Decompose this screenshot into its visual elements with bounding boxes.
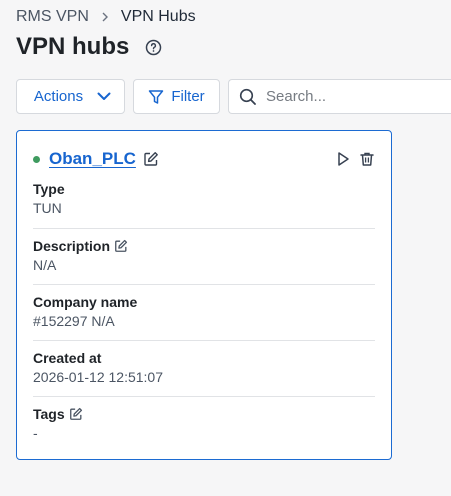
filter-button[interactable]: Filter	[133, 79, 220, 114]
edit-icon[interactable]	[143, 151, 159, 167]
company-label: Company name	[33, 294, 138, 310]
field-type: Type TUN	[33, 181, 375, 216]
breadcrumb-root[interactable]: RMS VPN	[16, 8, 89, 26]
page-title: VPN hubs	[16, 33, 130, 60]
breadcrumb-current: VPN Hubs	[120, 8, 196, 25]
description-label-row: Description	[33, 238, 375, 254]
description-value: N/A	[33, 257, 57, 273]
divider	[33, 284, 375, 285]
card-header: Oban_PLC	[33, 149, 375, 169]
tags-label-row: Tags	[33, 406, 375, 422]
created-value: 2026-01-12 12:51:07	[33, 369, 163, 385]
created-label: Created at	[33, 350, 102, 366]
divider	[33, 396, 375, 397]
vpn-hub-card[interactable]: Oban_PLC Type TUN Description N/A Compan…	[16, 130, 392, 460]
search-box	[228, 79, 451, 114]
help-icon[interactable]	[145, 39, 162, 56]
edit-icon[interactable]	[114, 239, 128, 253]
status-dot	[33, 155, 40, 163]
tags-label: Tags	[33, 406, 65, 422]
search-input[interactable]	[266, 88, 446, 105]
field-description: Description N/A	[33, 238, 375, 273]
search-icon	[239, 88, 257, 106]
filter-label: Filter	[171, 88, 205, 105]
field-tags: Tags -	[33, 406, 375, 441]
chevron-right-icon	[99, 11, 111, 23]
company-value: #152297 N/A	[33, 313, 115, 329]
card-actions	[335, 151, 375, 167]
actions-button[interactable]: Actions	[16, 79, 125, 114]
edit-icon[interactable]	[69, 407, 83, 421]
type-value: TUN	[33, 200, 62, 216]
chevron-down-icon	[97, 92, 111, 101]
description-label: Description	[33, 238, 111, 254]
title-row: VPN hubs	[16, 33, 162, 61]
tags-value: -	[33, 425, 38, 441]
field-company: Company name #152297 N/A	[33, 294, 375, 329]
divider	[33, 340, 375, 341]
field-created: Created at 2026-01-12 12:51:07	[33, 350, 375, 385]
breadcrumb: RMS VPN VPN Hubs	[16, 8, 196, 26]
trash-icon[interactable]	[359, 151, 375, 167]
type-label: Type	[33, 181, 65, 197]
filter-icon	[148, 89, 164, 105]
divider	[33, 228, 375, 229]
play-icon[interactable]	[335, 151, 351, 167]
actions-label: Actions	[33, 88, 84, 105]
hub-name-link[interactable]: Oban_PLC	[49, 149, 136, 169]
toolbar: Actions Filter	[16, 79, 451, 114]
